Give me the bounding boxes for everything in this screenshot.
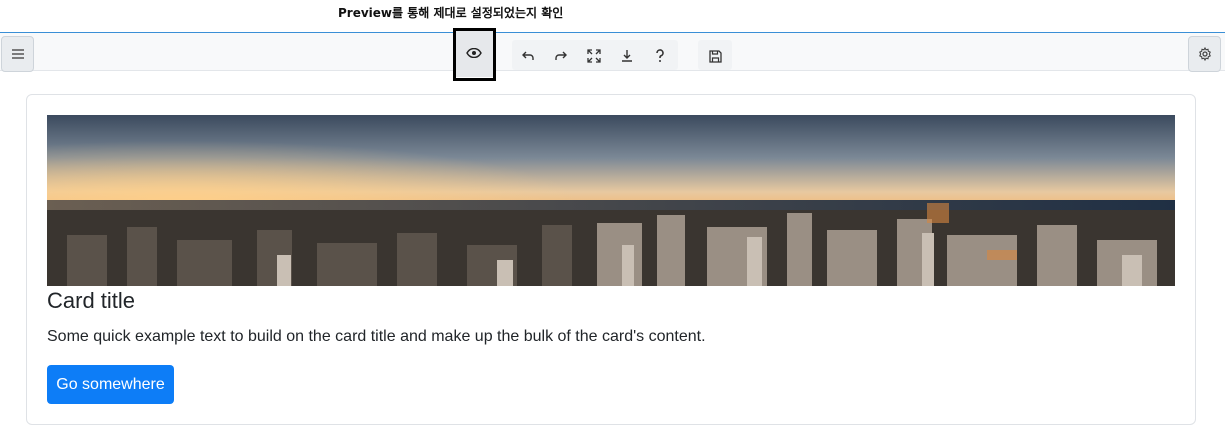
- gear-icon: [1198, 47, 1212, 61]
- help-button[interactable]: [645, 42, 675, 70]
- card: Card title Some quick example text to bu…: [26, 94, 1196, 425]
- undo-icon: [521, 50, 535, 62]
- redo-button[interactable]: [546, 42, 576, 70]
- fullscreen-icon: [587, 49, 601, 63]
- settings-button[interactable]: [1188, 36, 1221, 72]
- editor-toolbar: [0, 33, 1225, 72]
- card-image: [47, 115, 1175, 286]
- undo-button[interactable]: [513, 42, 543, 70]
- help-icon: [655, 49, 665, 63]
- card-title: Card title: [47, 288, 136, 313]
- card-text: Some quick example text to build on the …: [47, 328, 706, 345]
- redo-icon: [554, 50, 568, 62]
- download-button[interactable]: [612, 42, 642, 70]
- save-button[interactable]: [700, 42, 730, 70]
- download-icon: [621, 49, 633, 63]
- menu-button[interactable]: [1, 36, 34, 72]
- go-somewhere-button[interactable]: Go somewhere: [47, 365, 174, 404]
- menu-icon: [11, 48, 25, 60]
- annotation-caption: Preview를 통해 제대로 설정되었는지 확인: [338, 6, 564, 20]
- preview-highlight-box: [453, 28, 496, 81]
- save-icon: [708, 49, 722, 63]
- fullscreen-button[interactable]: [579, 42, 609, 70]
